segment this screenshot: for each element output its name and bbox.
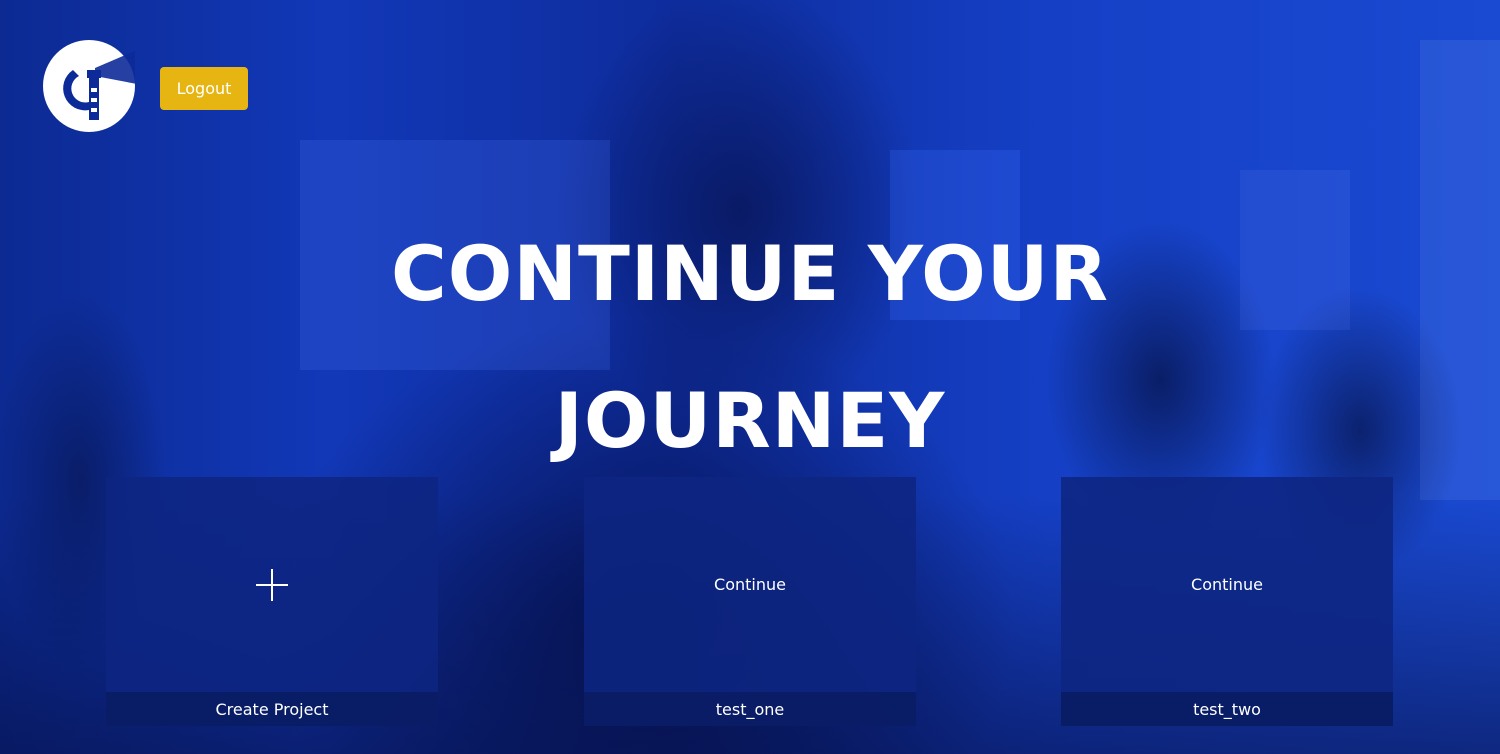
page-title: CONTINUE YOUR JOURNEY [0, 200, 1500, 494]
project-card-test-one[interactable]: Continue test_one [584, 477, 916, 726]
continue-label: Continue [714, 575, 786, 594]
page-title-line1: CONTINUE YOUR [391, 229, 1109, 318]
plus-icon [256, 568, 288, 601]
project-card-test-two[interactable]: Continue test_two [1061, 477, 1393, 726]
lighthouse-logo-icon[interactable] [43, 40, 137, 132]
page-title-line2: JOURNEY [554, 376, 946, 465]
card-footer-label: test_one [584, 692, 916, 726]
logout-button[interactable]: Logout [160, 67, 248, 110]
continue-label: Continue [1191, 575, 1263, 594]
create-project-card[interactable]: Create Project [106, 477, 438, 726]
card-body [106, 477, 438, 692]
card-footer-label: Create Project [106, 692, 438, 726]
card-footer-label: test_two [1061, 692, 1393, 726]
